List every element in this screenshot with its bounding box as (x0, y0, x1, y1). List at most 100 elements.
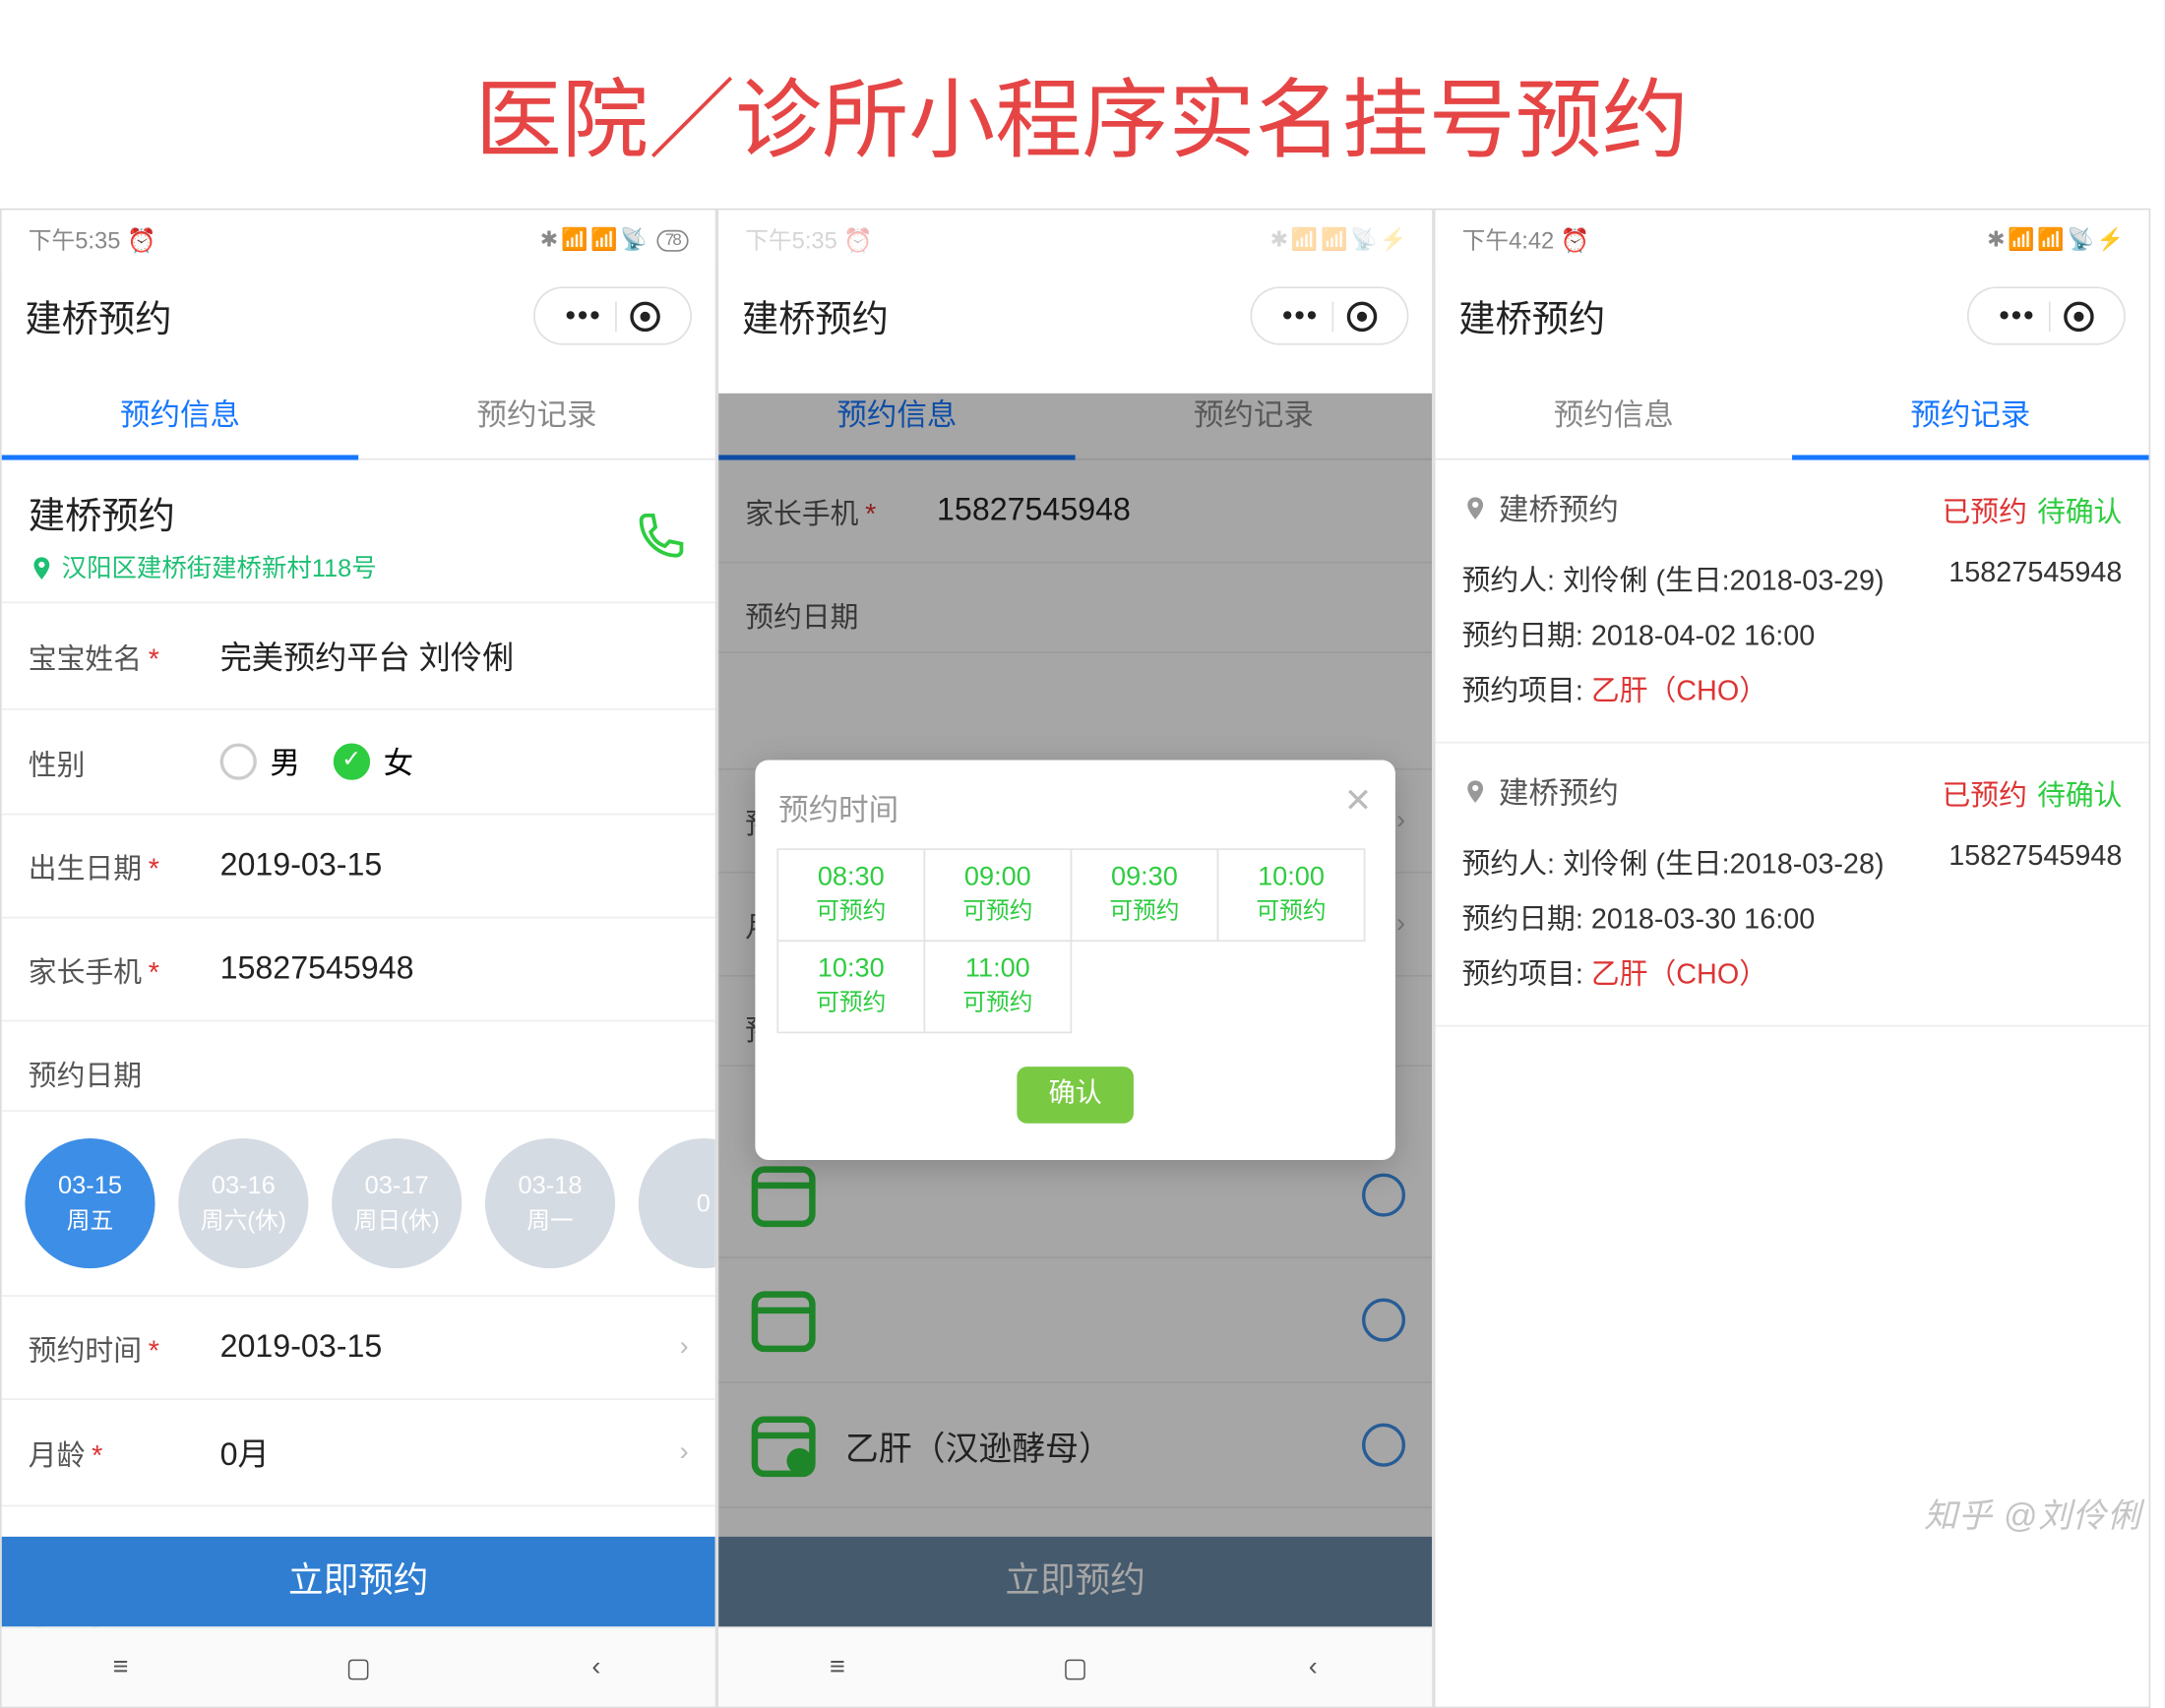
clinic-name: 建桥预约 (29, 487, 377, 540)
date-chip-row[interactable]: 03-15周五 03-16周六(休) 03-17周日(休) 03-18周一 0 (2, 1112, 715, 1297)
miniprogram-header: 建桥预约 ••• (718, 270, 1432, 368)
nav-menu-icon[interactable]: ≡ (816, 1646, 859, 1689)
book-now-button[interactable]: 立即预约 (2, 1537, 715, 1626)
capsule-divider (615, 301, 617, 331)
tab-records[interactable]: 预约记录 (1792, 368, 2149, 458)
tabs: 预约信息 预约记录 (2, 368, 715, 459)
screen-time-picker-modal: 下午5:35 ⏰ ✱ 📶 📶 📡 ⚡ 建桥预约 ••• 预约信息 预约记录 家长… (716, 209, 1433, 1708)
record-phone: 15827545948 (1948, 557, 2122, 598)
close-target-icon[interactable] (630, 301, 659, 331)
battery-icon: 78 (656, 230, 688, 252)
record-status: 已预约待确认 (1943, 770, 2123, 812)
record-status: 已预约待确认 (1943, 487, 2123, 528)
label-baby-name: 宝宝姓名* (29, 635, 220, 676)
row-baby-name[interactable]: 宝宝姓名* 完美预约平台 刘伶俐 (2, 603, 715, 709)
radio-circle-icon (220, 744, 257, 780)
location-pin-icon (1462, 495, 1489, 521)
mp-capsule[interactable]: ••• (1251, 286, 1409, 344)
row-birth-date[interactable]: 出生日期* 2019-03-15 (2, 815, 715, 918)
status-bar: 下午4:42 ⏰ ✱ 📶 📶 📡 ⚡ (1436, 210, 2149, 270)
status-time: 下午4:42 ⏰ (1462, 223, 1590, 257)
time-slot[interactable]: 10:00可预约 (1217, 848, 1366, 942)
mp-title: 建桥预约 (1458, 289, 1605, 342)
location-pin-icon (29, 554, 55, 580)
screen-booking-form: 下午5:35 ⏰ ✱ 📶 📶 📡 78 建桥预约 ••• 预约信息 预约记录 建… (0, 209, 716, 1708)
value-month-age: 0月 (220, 1430, 680, 1475)
clinic-address: 汉阳区建桥街建桥新村118号 (62, 550, 377, 585)
page-title: 医院／诊所小程序实名挂号预约 (0, 0, 2164, 209)
miniprogram-header: 建桥预约 ••• (1436, 270, 2149, 368)
modal-title: 预约时间 (778, 787, 1372, 830)
status-icons: ✱ 📶 📶 📡 78 (540, 226, 689, 253)
date-chip[interactable]: 03-18周一 (485, 1138, 615, 1268)
time-slot[interactable]: 10:30可预约 (776, 940, 925, 1033)
time-slot-grid: 08:30可预约 09:00可预约 09:30可预约 10:00可预约 10:3… (778, 850, 1372, 1033)
miniprogram-header: 建桥预约 ••• (2, 270, 715, 368)
value-book-time: 2019-03-15 (220, 1329, 680, 1366)
phone-icon[interactable] (632, 508, 689, 565)
nav-home-icon[interactable]: ▢ (337, 1646, 380, 1689)
time-slot[interactable]: 09:30可预约 (1071, 848, 1219, 942)
radio-female[interactable]: 女 (334, 740, 413, 783)
nav-home-icon[interactable]: ▢ (1054, 1646, 1097, 1689)
tab-info[interactable]: 预约信息 (2, 368, 359, 458)
label-gender: 性别 (29, 741, 220, 782)
status-time: 下午5:35 ⏰ (745, 223, 873, 257)
label-book-date: 预约日期 (2, 1021, 715, 1111)
row-month-age[interactable]: 月龄* 0月 › (2, 1400, 715, 1506)
close-target-icon[interactable] (2064, 301, 2093, 331)
row-book-time[interactable]: 预约时间* 2019-03-15 › (2, 1297, 715, 1400)
date-chip[interactable]: 0 (639, 1138, 715, 1268)
mp-title: 建桥预约 (25, 289, 171, 342)
tab-records[interactable]: 预约记录 (358, 368, 715, 458)
location-pin-icon (1462, 778, 1489, 805)
record-card[interactable]: 建桥预约 已预约待确认 预约人: 刘伶俐 (生日:2018-03-29)1582… (1436, 460, 2149, 744)
label-book-time: 预约时间* (29, 1326, 220, 1368)
more-icon[interactable]: ••• (1986, 298, 2049, 334)
record-phone: 15827545948 (1948, 840, 2122, 882)
screen-records: 下午4:42 ⏰ ✱ 📶 📶 📡 ⚡ 建桥预约 ••• 预约信息 预约记录 建桥… (1434, 209, 2150, 1708)
record-clinic: 建桥预约 (1499, 770, 1619, 814)
time-slot[interactable]: 11:00可预约 (923, 940, 1072, 1033)
status-bar: 下午5:35 ⏰ ✱ 📶 📶 📡 ⚡ (718, 210, 1432, 270)
record-card[interactable]: 建桥预约 已预约待确认 预约人: 刘伶俐 (生日:2018-03-28)1582… (1436, 744, 2149, 1027)
capsule-divider (1332, 301, 1334, 331)
more-icon[interactable]: ••• (552, 298, 615, 334)
nav-back-icon[interactable]: ‹ (575, 1646, 618, 1689)
time-slot[interactable]: 09:00可预约 (923, 848, 1072, 942)
nav-back-icon[interactable]: ‹ (1291, 1646, 1334, 1689)
close-target-icon[interactable] (1347, 301, 1377, 331)
status-bar: 下午5:35 ⏰ ✱ 📶 📶 📡 78 (2, 210, 715, 270)
time-slot[interactable]: 08:30可预约 (776, 848, 925, 942)
tab-info[interactable]: 预约信息 (1436, 368, 1793, 458)
more-icon[interactable]: ••• (1268, 298, 1331, 334)
clinic-header: 建桥预约 汉阳区建桥街建桥新村118号 (2, 460, 715, 604)
nav-menu-icon[interactable]: ≡ (99, 1646, 143, 1689)
status-icons: ✱ 📶 📶 📡 ⚡ (1987, 226, 2122, 253)
row-gender: 性别 男 女 (2, 710, 715, 816)
value-baby-name: 完美预约平台 刘伶俐 (220, 634, 689, 679)
value-phone: 15827545948 (220, 950, 689, 987)
label-phone: 家长手机* (29, 948, 220, 990)
mp-capsule[interactable]: ••• (533, 286, 692, 344)
close-icon[interactable]: ✕ (1344, 780, 1372, 822)
radio-male[interactable]: 男 (220, 740, 300, 783)
record-clinic: 建桥预约 (1499, 487, 1619, 530)
capsule-divider (2049, 301, 2051, 331)
date-chip[interactable]: 03-17周日(休) (332, 1138, 462, 1268)
date-chip[interactable]: 03-15周五 (25, 1138, 155, 1268)
confirm-button[interactable]: 确认 (1017, 1067, 1134, 1124)
status-time: 下午5:35 ⏰ (29, 223, 156, 257)
chevron-right-icon: › (680, 1332, 689, 1362)
android-nav-bar: ≡ ▢ ‹ (2, 1626, 715, 1706)
label-birth: 出生日期* (29, 845, 220, 886)
date-chip[interactable]: 03-16周六(休) (178, 1138, 308, 1268)
chevron-right-icon: › (680, 1437, 689, 1467)
watermark: 知乎 @刘伶俐 (1912, 1489, 2141, 1537)
row-parent-phone[interactable]: 家长手机* 15827545948 (2, 918, 715, 1021)
label-month-age: 月龄* (29, 1432, 220, 1473)
mp-capsule[interactable]: ••• (1967, 286, 2126, 344)
value-birth: 2019-03-15 (220, 847, 689, 884)
mp-title: 建桥预约 (742, 289, 889, 342)
time-picker-modal: 预约时间 ✕ 08:30可预约 09:00可预约 09:30可预约 10:00可… (755, 760, 1394, 1160)
